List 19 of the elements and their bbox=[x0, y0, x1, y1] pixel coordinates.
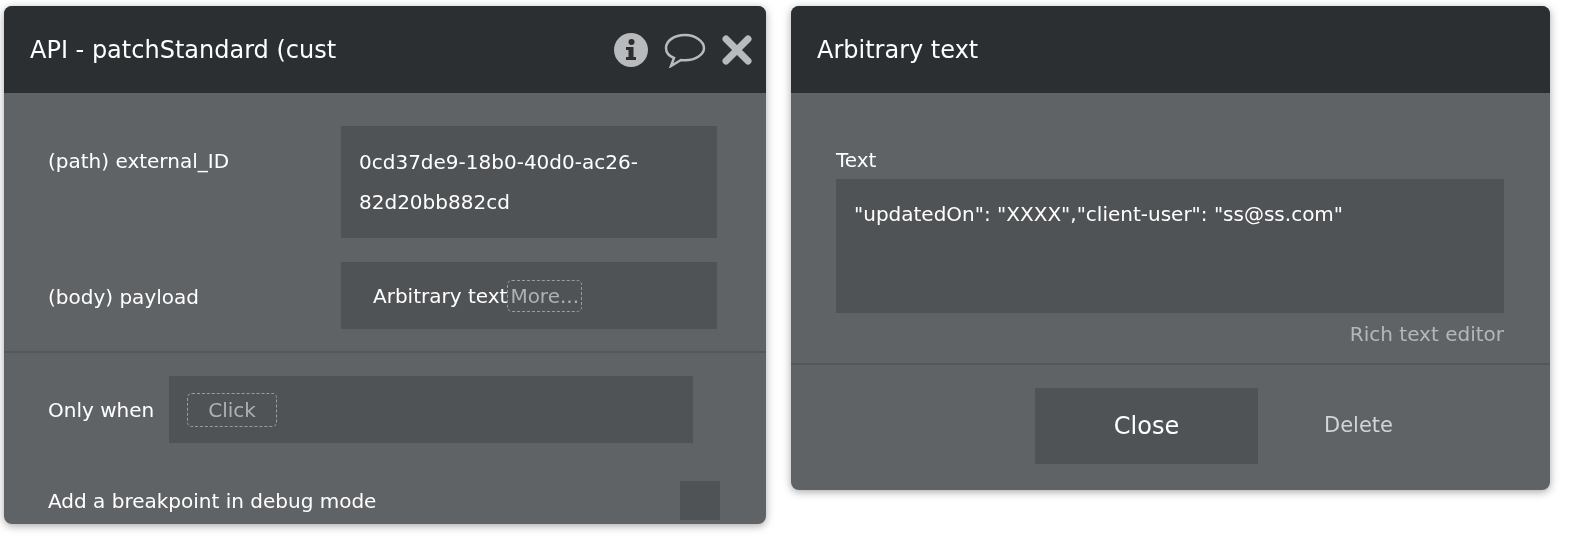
expression-field[interactable]: Arbitrary text More... bbox=[341, 262, 717, 329]
field-label: (body) payload bbox=[48, 284, 200, 311]
delete-button[interactable]: Delete bbox=[1318, 409, 1399, 443]
close-icon[interactable] bbox=[722, 34, 752, 65]
placeholder-text: Click bbox=[187, 392, 277, 427]
panel-title: API - patchStandard (cust bbox=[30, 34, 338, 66]
comment-icon[interactable] bbox=[664, 31, 706, 68]
more-link[interactable]: More... bbox=[507, 279, 583, 312]
input-field[interactable]: 0cd37de9-18b0-40d0-ac26-82d20bb882cd bbox=[341, 126, 717, 238]
close-button[interactable]: Close bbox=[1035, 388, 1258, 464]
condition-field[interactable]: Click bbox=[169, 376, 694, 443]
field-label: Only when bbox=[48, 396, 155, 424]
expression-text: Arbitrary text bbox=[373, 282, 508, 310]
info-icon[interactable] bbox=[614, 32, 648, 67]
text-area[interactable]: "updatedOn": "XXXX","client-user": "ss@ss.com" bbox=[836, 179, 1504, 313]
checkbox-label: Add a breakpoint in debug mode bbox=[48, 487, 377, 515]
panel-title: Arbitrary text bbox=[817, 34, 979, 66]
field-label: Text bbox=[836, 147, 878, 174]
field-label: (path) external_ID bbox=[48, 148, 231, 175]
